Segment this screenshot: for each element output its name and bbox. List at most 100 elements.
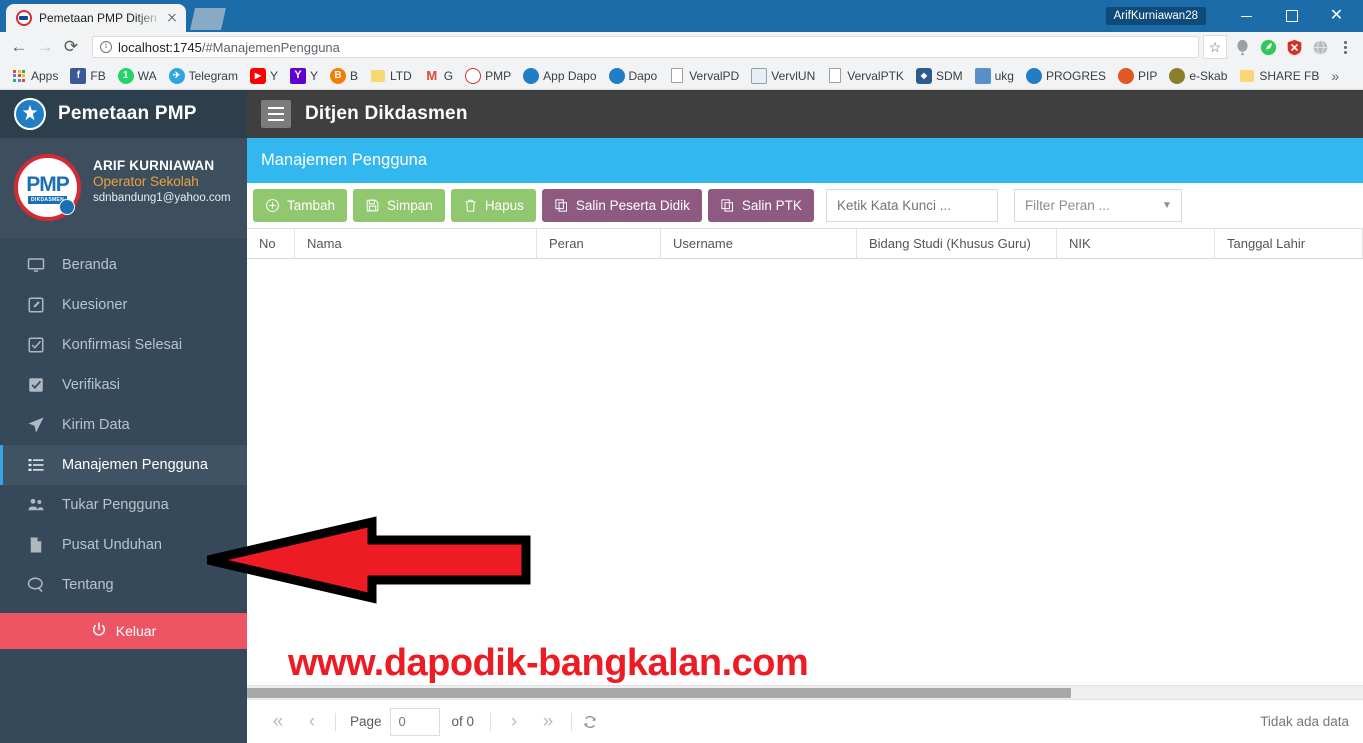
bookmark-label: e-Skab (1189, 68, 1228, 83)
salin-ptk-button[interactable]: Salin PTK (707, 189, 814, 222)
minimize-window-button[interactable] (1224, 0, 1269, 32)
sidebar-item-tukar-pengguna[interactable]: Tukar Pengguna (0, 485, 247, 525)
logout-button[interactable]: Keluar (0, 613, 247, 649)
bookmark-label: Y (269, 68, 278, 83)
scrollbar-thumb[interactable] (247, 688, 1071, 698)
balloon-ext-icon[interactable] (1229, 34, 1255, 60)
browser-titlebar: Pemetaan PMP Ditjen Dik ArifKurniawan28 … (0, 0, 1363, 32)
close-tab-icon[interactable] (164, 10, 180, 26)
sidebar-item-pusat-unduhan[interactable]: Pusat Unduhan (0, 525, 247, 565)
whatsapp-icon: 1 (117, 67, 134, 84)
bookmark-label: Y (309, 68, 318, 83)
green-leaf-ext-icon[interactable] (1255, 34, 1281, 60)
filter-peran-dropdown[interactable]: Filter Peran ... ▼ (1013, 189, 1182, 222)
forward-icon[interactable]: → (32, 34, 58, 60)
column-header-username[interactable]: Username (661, 229, 857, 258)
page-number-input[interactable] (389, 707, 440, 736)
column-header-no[interactable]: No (247, 229, 295, 258)
sidebar-item-verifikasi[interactable]: Verifikasi (0, 365, 247, 405)
search-input[interactable] (825, 189, 998, 222)
globe-ext-icon[interactable] (1307, 34, 1333, 60)
close-window-button[interactable]: ✕ (1314, 0, 1359, 32)
table-body (247, 259, 1363, 685)
browser-tab[interactable]: Pemetaan PMP Ditjen Dik (6, 4, 186, 32)
dapodik-icon (523, 67, 540, 84)
last-page-button[interactable]: » (531, 707, 565, 737)
pip-icon (1118, 67, 1134, 84)
salin-peserta-didik-button[interactable]: Salin Peserta Didik (541, 189, 702, 222)
window-controls: ArifKurniawan28 ✕ (1105, 0, 1363, 32)
bookmarks-bar: Apps f FB 1 WA ✈ Telegram ▶ Y Y Y B B LT… (0, 62, 1363, 90)
bookmarks-overflow-icon[interactable]: » (1325, 68, 1345, 84)
bookmark-blogger[interactable]: B B (324, 65, 364, 87)
reload-icon[interactable]: ⟳ (58, 34, 84, 60)
column-header-tanggal-lahir[interactable]: Tanggal Lahir (1215, 229, 1363, 258)
hamburger-icon[interactable] (261, 100, 291, 128)
sidebar-item-label: Beranda (62, 257, 117, 273)
sidebar-item-kuesioner[interactable]: Kuesioner (0, 285, 247, 325)
bookmark-progres[interactable]: PROGRES (1020, 65, 1112, 87)
bookmark-fb[interactable]: f FB (64, 65, 111, 87)
bookmark-vervalptk[interactable]: VervalPTK (821, 65, 910, 87)
tab-title: Pemetaan PMP Ditjen Dik (39, 11, 162, 25)
copy-icon (555, 199, 567, 212)
column-header-peran[interactable]: Peran (537, 229, 661, 258)
address-bar[interactable]: localhost:1745/#ManajemenPengguna (92, 36, 1199, 58)
bookmark-label: Apps (31, 68, 59, 83)
tambah-button[interactable]: Tambah (253, 189, 348, 222)
bookmark-app-dapo[interactable]: App Dapo (517, 65, 602, 87)
maximize-window-button[interactable] (1269, 0, 1314, 32)
column-header-nama[interactable]: Nama (295, 229, 537, 258)
brand-title: Pemetaan PMP (58, 103, 197, 124)
hapus-button[interactable]: Hapus (450, 189, 536, 222)
column-header-bidang-studi[interactable]: Bidang Studi (Khusus Guru) (857, 229, 1057, 258)
refresh-icon[interactable] (582, 714, 598, 730)
red-shield-ext-icon[interactable] (1281, 34, 1307, 60)
simpan-button[interactable]: Simpan (353, 189, 445, 222)
bookmark-sdm[interactable]: ◆ SDM (910, 65, 969, 87)
chrome-menu-icon[interactable] (1333, 34, 1357, 60)
sidebar-item-manajemen-pengguna[interactable]: Manajemen Pengguna (0, 445, 247, 485)
bookmark-youtube[interactable]: ▶ Y (244, 65, 284, 87)
bookmark-vervalpd[interactable]: VervalPD (663, 65, 745, 87)
bookmark-telegram[interactable]: ✈ Telegram (163, 65, 244, 87)
paper-plane-icon (26, 415, 46, 435)
bookmark-label: SDM (935, 68, 963, 83)
horizontal-scrollbar[interactable] (247, 685, 1363, 699)
sidebar-item-tentang[interactable]: Tentang (0, 565, 247, 605)
filter-peran-value[interactable]: Filter Peran ... (1013, 189, 1182, 222)
bookmark-eskab[interactable]: e-Skab (1163, 65, 1233, 87)
bookmark-ltd[interactable]: LTD (364, 65, 418, 87)
bookmark-gmail[interactable]: M G (418, 65, 459, 87)
bookmark-pip[interactable]: PIP (1112, 65, 1163, 87)
main-content: Ditjen Dikdasmen Manajemen Pengguna Tamb… (247, 90, 1363, 743)
column-header-nik[interactable]: NIK (1057, 229, 1215, 258)
pmp-favicon-icon (16, 10, 32, 26)
bookmark-dapo[interactable]: Dapo (603, 65, 664, 87)
bookmark-ukg[interactable]: ukg (969, 65, 1020, 87)
bookmark-yahoo[interactable]: Y Y (284, 65, 324, 87)
sidebar-item-beranda[interactable]: Beranda (0, 245, 247, 285)
chrome-profile-badge[interactable]: ArifKurniawan28 (1105, 7, 1206, 25)
prev-page-button[interactable]: ‹ (295, 707, 329, 737)
page-label: Page (350, 714, 382, 729)
sidebar-item-kirim-data[interactable]: Kirim Data (0, 405, 247, 445)
bookmark-apps[interactable]: Apps (5, 65, 64, 87)
new-tab-button[interactable] (190, 8, 226, 30)
site-info-icon[interactable] (100, 40, 112, 53)
bookmark-label: WA (137, 68, 157, 83)
sidebar-item-konfirmasi-selesai[interactable]: Konfirmasi Selesai (0, 325, 247, 365)
back-icon[interactable]: ← (6, 34, 32, 60)
bookmark-vervlun[interactable]: VervlUN (745, 65, 821, 87)
first-page-button[interactable]: « (261, 707, 295, 737)
bookmark-pmp[interactable]: PMP (459, 65, 517, 87)
list-icon (26, 455, 46, 475)
bookmark-star-icon[interactable]: ☆ (1203, 35, 1227, 59)
next-page-button[interactable]: › (497, 707, 531, 737)
youtube-icon: ▶ (249, 67, 266, 84)
bookmark-wa[interactable]: 1 WA (112, 65, 163, 87)
users-icon (26, 495, 46, 515)
bookmark-share-fb[interactable]: SHARE FB (1233, 65, 1325, 87)
app-title: Ditjen Dikdasmen (305, 103, 468, 124)
monitor-icon (26, 255, 46, 275)
